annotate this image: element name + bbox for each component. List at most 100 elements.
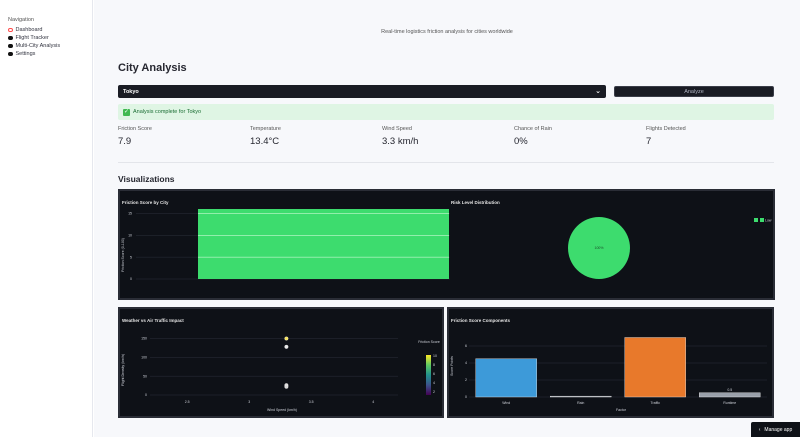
city-select-value: Tokyo: [123, 88, 139, 95]
metric-value: 3.3 km/h: [382, 136, 419, 147]
radio-icon: [8, 43, 13, 49]
x-axis-label: Wind Speed (km/h): [267, 408, 297, 412]
section-title-city-analysis: City Analysis: [118, 62, 187, 74]
y-axis-label: Flight Density (km/h): [121, 354, 125, 386]
chevron-left-icon: ‹: [758, 426, 761, 433]
component-bar-wind: [475, 358, 537, 398]
chevron-down-icon: ⌄: [595, 88, 601, 95]
manage-app-label: Manage app: [764, 426, 793, 433]
x-tick-label: Wind: [502, 401, 510, 405]
success-text: Analysis complete for Tokyo: [133, 109, 202, 115]
city-select[interactable]: Tokyo ⌄: [118, 85, 606, 98]
nav-item-settings[interactable]: Settings: [8, 50, 60, 58]
divider: [118, 162, 774, 163]
metric-value: 0%: [514, 136, 528, 147]
metric-value: 13.4°C: [250, 136, 280, 147]
metric-friction-score: Friction Score 7.9: [118, 126, 152, 147]
metric-label: Friction Score: [118, 126, 152, 132]
x-tick-label: Runtime: [723, 401, 736, 405]
success-alert: ✓ Analysis complete for Tokyo: [118, 104, 774, 120]
colorbar-tick: 6: [433, 372, 435, 376]
scatter-point: [284, 336, 289, 341]
y-tick-label: 100: [141, 356, 147, 360]
component-bar-traffic: [624, 337, 686, 398]
legend-label: Low: [765, 219, 772, 223]
metric-chance-of-rain: Chance of Rain 0%: [514, 126, 552, 147]
legend-swatch: [754, 218, 758, 222]
y-tick-label: 5: [130, 255, 132, 259]
nav-title: Navigation: [8, 17, 34, 23]
nav-item-multi-city[interactable]: Multi-City Analysis: [8, 42, 60, 50]
data-label: 0.5: [727, 388, 732, 392]
y-tick-label: 6: [465, 344, 467, 348]
metric-flights-detected: Flights Detected 7: [646, 126, 686, 147]
chart-svg-top: Friction Score (0-100) 0 5 10 15 100% Low: [121, 209, 772, 281]
y-tick-label: 0: [130, 277, 132, 281]
y-tick-label: 0: [145, 393, 147, 397]
y-axis-label: Score Points: [450, 356, 454, 376]
main-content: Real-time logistics friction analysis fo…: [94, 0, 800, 437]
nav-item-label: Dashboard: [15, 27, 43, 33]
y-axis-label: Friction Score (0-100): [121, 238, 125, 272]
x-tick-label: Traffic: [650, 401, 660, 405]
pie-slice-label: 100%: [595, 246, 604, 250]
x-tick-label: 2.5: [185, 400, 190, 404]
y-tick-label: 50: [143, 374, 147, 378]
radio-selected-icon: [8, 27, 13, 33]
sidebar: Navigation Dashboard Flight Tracker Mult…: [0, 0, 93, 437]
scatter-point: [284, 344, 289, 349]
y-tick-label: 10: [128, 233, 132, 237]
analyze-button[interactable]: Analyze: [614, 86, 774, 97]
scatter-point: [284, 384, 289, 389]
x-tick-label: 3: [248, 400, 250, 404]
colorbar-tick: 2: [433, 390, 435, 394]
section-title-visualizations: Visualizations: [118, 174, 175, 184]
app-root: Navigation Dashboard Flight Tracker Mult…: [0, 0, 800, 437]
x-tick-label: 3.5: [309, 400, 314, 404]
colorbar-tick: 10: [433, 354, 437, 358]
y-tick-label: 4: [465, 361, 467, 365]
metric-label: Flights Detected: [646, 126, 686, 132]
metric-value: 7.9: [118, 136, 132, 147]
y-tick-label: 150: [141, 337, 147, 341]
friction-bar: [198, 209, 449, 279]
chart-panel-scatter[interactable]: Weather vs Air Traffic Impact Flight Den…: [118, 307, 444, 418]
nav-item-label: Multi-City Analysis: [15, 43, 61, 49]
y-tick-label: 0: [465, 395, 467, 399]
manage-app-button[interactable]: ‹ Manage app: [751, 422, 800, 437]
colorbar-tick: 4: [433, 381, 435, 385]
radio-icon: [8, 35, 13, 41]
metric-label: Temperature: [250, 126, 281, 132]
metric-label: Wind Speed: [382, 126, 412, 132]
metric-label: Chance of Rain: [514, 126, 552, 132]
colorbar-title: Friction Score: [418, 340, 440, 344]
components-bar-group: 0 2 4 6 Wind Rain Traffic Runtime 0.5: [465, 337, 767, 405]
chart-svg-components: Score Points Factor 0 2 4 6 Wind Rain Traffic R…: [450, 337, 767, 412]
nav-item-label: Settings: [15, 51, 36, 57]
chart-panel-top[interactable]: Friction Score by City Risk Level Distri…: [118, 189, 775, 300]
x-tick-label: Rain: [577, 401, 584, 405]
check-icon: ✓: [123, 108, 130, 116]
colorbar: [426, 355, 431, 395]
component-bar-rain: [550, 395, 612, 398]
nav-item-label: Flight Tracker: [15, 35, 49, 41]
risk-pie-group: 100% Low: [568, 217, 772, 279]
y-tick-label: 2: [465, 378, 467, 382]
metric-temperature: Temperature 13.4°C: [250, 126, 281, 147]
chart-svg-scatter: Flight Density (km/h) Wind Speed (km/h) …: [121, 336, 440, 412]
legend-checkbox: [760, 218, 764, 222]
colorbar-tick: 8: [433, 363, 435, 367]
nav-item-dashboard[interactable]: Dashboard: [8, 26, 60, 34]
scatter-group: 0 50 100 150 2.5 3 3.5 4 Friction Score 10 8 6 4 2: [141, 336, 440, 404]
chart-panel-components[interactable]: Friction Score Components Score Points F…: [447, 307, 774, 418]
metric-wind-speed: Wind Speed 3.3 km/h: [382, 126, 418, 147]
metric-value: 7: [646, 136, 652, 147]
x-axis-label: Factor: [616, 408, 627, 412]
radio-icon: [8, 51, 13, 57]
component-bar-runtime: [699, 392, 761, 398]
y-tick-label: 15: [128, 212, 132, 216]
x-tick-label: 4: [372, 400, 374, 404]
nav-item-flight-tracker[interactable]: Flight Tracker: [8, 34, 60, 42]
friction-bar-group: 0 5 10 15: [128, 209, 450, 281]
nav-list: Dashboard Flight Tracker Multi-City Anal…: [8, 26, 60, 58]
